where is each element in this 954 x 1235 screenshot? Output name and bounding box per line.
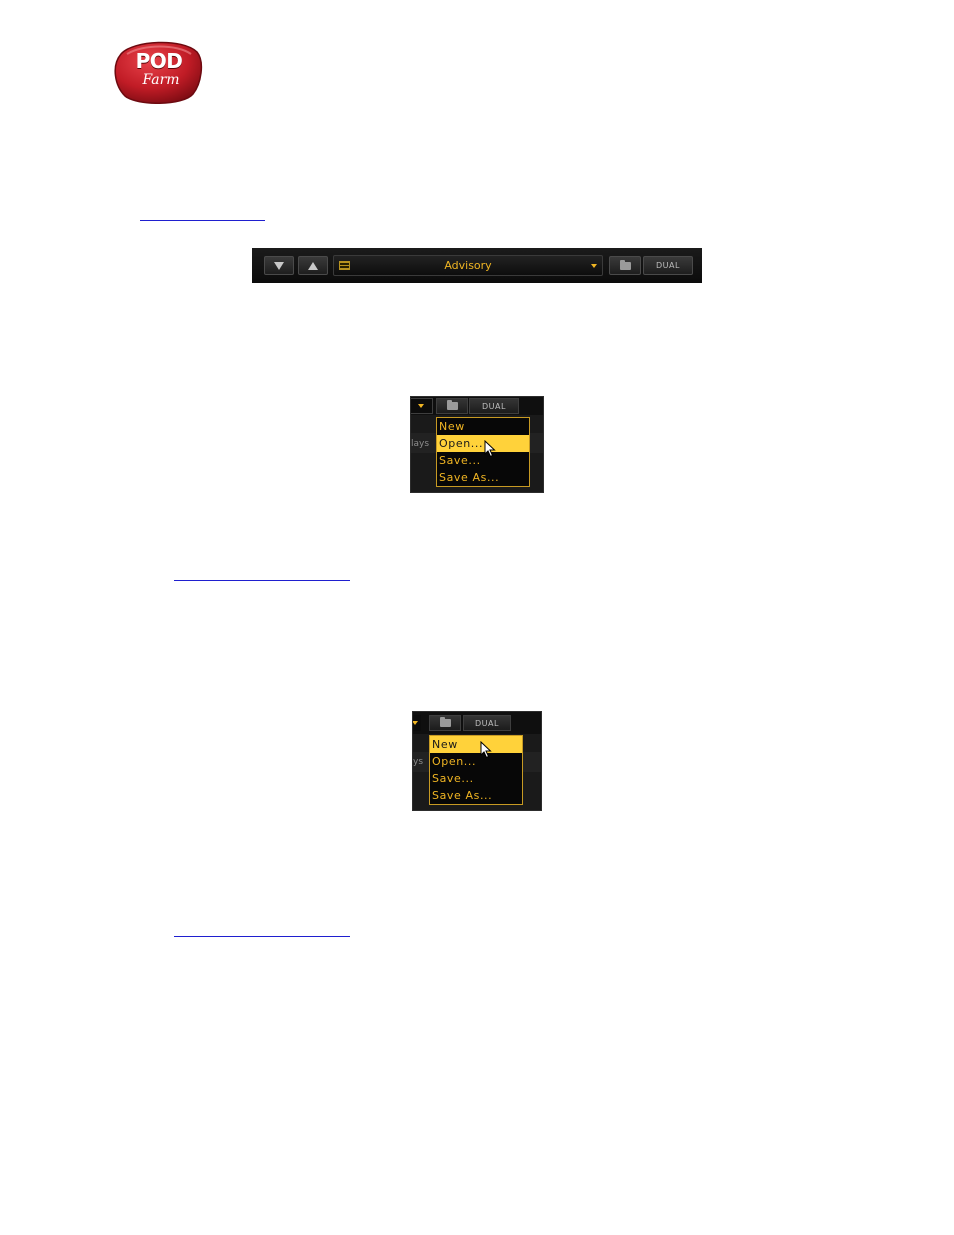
pod-farm-logo: POD Farm <box>113 40 203 104</box>
dual-label: DUAL <box>482 401 506 411</box>
file-dropdown-menu: New Open... Save... Save As... <box>429 735 523 805</box>
dropdown-caret-icon <box>418 404 424 408</box>
hyperlink-underline[interactable] <box>140 220 265 221</box>
dropdown-caret-icon <box>413 721 418 725</box>
menu-item-save[interactable]: Save... <box>437 452 529 469</box>
file-dropdown-menu: New Open... Save... Save As... <box>436 417 530 487</box>
file-menu-button[interactable] <box>436 398 468 414</box>
menu-item-new[interactable]: New <box>437 418 529 435</box>
arrow-down-icon <box>274 261 284 270</box>
preset-list-icon[interactable] <box>339 261 350 270</box>
dual-label: DUAL <box>475 718 499 728</box>
mouse-cursor-icon <box>484 440 496 458</box>
menu-item-save-as[interactable]: Save As... <box>437 469 529 486</box>
menu-item-open[interactable]: Open... <box>437 435 529 452</box>
partial-label: ys <box>413 757 424 767</box>
dual-label: DUAL <box>656 261 680 270</box>
dual-button[interactable]: DUAL <box>643 256 693 275</box>
logo-text-bottom: Farm <box>142 72 180 88</box>
partial-label: lays <box>411 439 430 449</box>
folder-icon <box>446 400 458 410</box>
menu-item-save[interactable]: Save... <box>430 770 522 787</box>
menu-item-open[interactable]: Open... <box>430 753 522 770</box>
preset-toolbar: Advisory DUAL <box>252 248 702 283</box>
file-menu-button[interactable] <box>609 256 641 275</box>
file-menu-screenshot-open: DUAL lays New Open... Save... Save As... <box>410 396 544 493</box>
file-menu-screenshot-new: DUAL ys New Open... Save... Save As... <box>412 711 542 811</box>
preset-selector[interactable]: Advisory <box>333 255 603 276</box>
preset-up-button[interactable] <box>298 256 328 275</box>
mouse-cursor-icon <box>480 741 492 759</box>
mini-preset-field[interactable] <box>413 715 421 731</box>
hyperlink-underline[interactable] <box>174 580 350 581</box>
preset-down-button[interactable] <box>264 256 294 275</box>
preset-dropdown-caret-icon[interactable] <box>591 264 597 268</box>
dual-button[interactable]: DUAL <box>469 398 519 414</box>
arrow-up-icon <box>308 261 318 270</box>
hyperlink-underline[interactable] <box>174 936 350 937</box>
logo-text-top: POD <box>135 49 183 73</box>
dual-button[interactable]: DUAL <box>463 715 511 731</box>
file-menu-button[interactable] <box>429 715 461 731</box>
menu-item-save-as[interactable]: Save As... <box>430 787 522 804</box>
menu-item-new[interactable]: New <box>430 736 522 753</box>
folder-icon <box>439 717 451 727</box>
mini-preset-field[interactable] <box>411 398 433 414</box>
preset-name: Advisory <box>444 259 492 272</box>
folder-icon <box>619 259 631 270</box>
